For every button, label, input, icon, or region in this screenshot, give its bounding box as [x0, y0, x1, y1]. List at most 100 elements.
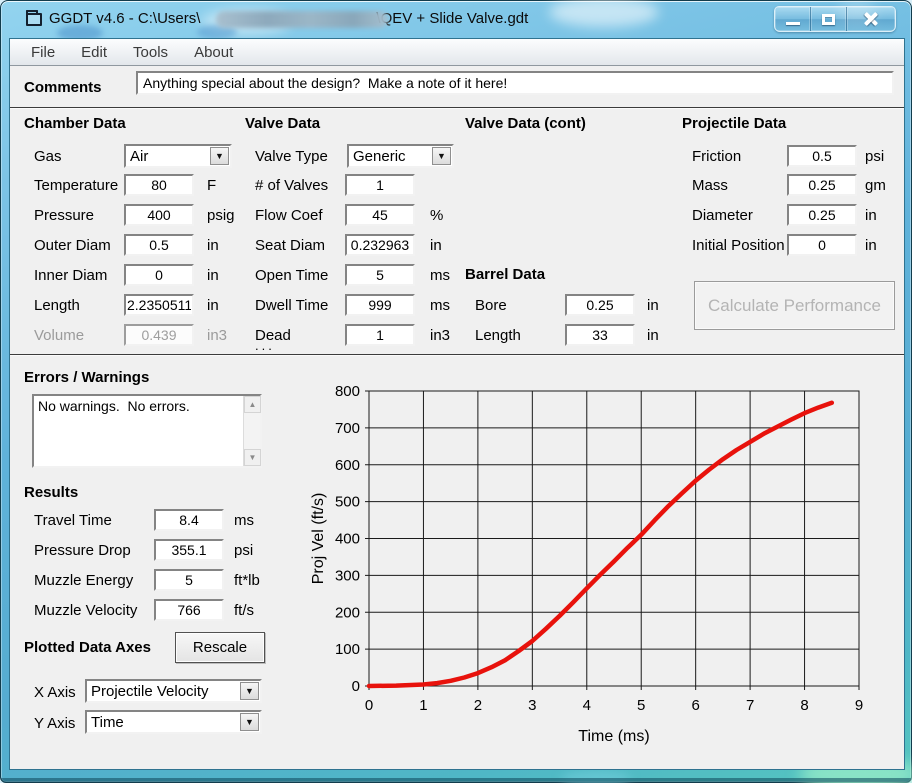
volume-unit: in3: [207, 327, 227, 344]
title-bar[interactable]: GGDT v4.6 - C:\Users\\QEV + Slide Valve.…: [1, 1, 911, 38]
x-tick-label: 7: [746, 697, 754, 714]
minimize-icon: [786, 22, 800, 25]
comments-label: Comments: [24, 79, 102, 96]
x-tick-label: 6: [691, 697, 699, 714]
outer-diam-unit: in: [207, 237, 219, 254]
seat-diam-unit: in: [430, 237, 442, 254]
temperature-unit: F: [207, 177, 216, 194]
chamber-data-title: Chamber Data: [24, 115, 126, 132]
scroll-up-icon[interactable]: ▲: [244, 396, 261, 413]
menu-about[interactable]: About: [181, 41, 246, 64]
y-tick-label: 100: [335, 641, 360, 658]
inner-diam-field[interactable]: [124, 264, 194, 286]
initial-position-field[interactable]: [787, 234, 857, 256]
gas-label: Gas: [34, 148, 62, 165]
diameter-field[interactable]: [787, 204, 857, 226]
x-tick-label: 3: [528, 697, 536, 714]
y-tick-label: 300: [335, 567, 360, 584]
open-time-field[interactable]: [345, 264, 415, 286]
x-tick-label: 1: [419, 697, 427, 714]
rescale-button[interactable]: Rescale: [175, 632, 265, 663]
y-tick-label: 600: [335, 457, 360, 474]
gas-select[interactable]: Air ▼: [124, 144, 232, 168]
scroll-down-icon[interactable]: ▼: [244, 449, 261, 466]
maximize-icon: [822, 14, 835, 25]
temperature-field[interactable]: [124, 174, 194, 196]
mass-label: Mass: [692, 177, 728, 194]
bore-field[interactable]: [565, 294, 635, 316]
x-axis-label: X Axis: [34, 684, 76, 701]
dwell-time-label: Dwell Time: [255, 297, 328, 314]
seat-diam-label: Seat Diam: [255, 237, 325, 254]
menu-file[interactable]: File: [18, 41, 68, 64]
pressure-drop-unit: psi: [234, 542, 253, 559]
diameter-unit: in: [865, 207, 877, 224]
mass-field[interactable]: [787, 174, 857, 196]
x-axis-title: Time (ms): [578, 728, 649, 745]
x-tick-label: 8: [800, 697, 808, 714]
outer-diam-field[interactable]: [124, 234, 194, 256]
y-tick-label: 0: [352, 678, 360, 695]
chamber-length-field[interactable]: [124, 294, 194, 316]
num-valves-label: # of Valves: [255, 177, 328, 194]
flow-coef-field[interactable]: [345, 204, 415, 226]
comments-input[interactable]: [136, 71, 894, 95]
y-axis-label: Y Axis: [34, 715, 75, 732]
errors-warnings-box[interactable]: No warnings. No errors. ▲ ▼: [32, 394, 262, 468]
barrel-length-field[interactable]: [565, 324, 635, 346]
seat-diam-field[interactable]: [345, 234, 415, 256]
num-valves-field[interactable]: [345, 174, 415, 196]
travel-time-unit: ms: [234, 512, 254, 529]
inner-diam-unit: in: [207, 267, 219, 284]
y-axis-select[interactable]: Time ▼: [85, 710, 262, 734]
client-area: File Edit Tools About Comments Chamber D…: [9, 38, 905, 770]
menu-edit[interactable]: Edit: [68, 41, 120, 64]
dead-volume-label-clipped: ...: [255, 338, 275, 352]
minimize-button[interactable]: [775, 7, 811, 31]
dead-volume-field[interactable]: [345, 324, 415, 346]
volume-label: Volume: [34, 327, 84, 344]
friction-field[interactable]: [787, 145, 857, 167]
pressure-unit: psig: [207, 207, 235, 224]
chevron-down-icon[interactable]: ▼: [432, 147, 451, 165]
close-button[interactable]: [847, 7, 895, 31]
y-axis-title: Proj Vel (ft/s): [310, 493, 327, 585]
errors-warnings-text: No warnings. No errors.: [38, 398, 240, 414]
muzzle-velocity-field: [154, 599, 224, 621]
x-tick-label: 4: [583, 697, 591, 714]
pressure-label: Pressure: [34, 207, 94, 224]
initial-position-unit: in: [865, 237, 877, 254]
pressure-drop-label: Pressure Drop: [34, 542, 131, 559]
dwell-time-field[interactable]: [345, 294, 415, 316]
valve-type-select[interactable]: Generic ▼: [347, 144, 454, 168]
errors-warnings-title: Errors / Warnings: [24, 369, 149, 386]
menu-tools[interactable]: Tools: [120, 41, 181, 64]
scrollbar[interactable]: ▲ ▼: [243, 396, 260, 466]
close-icon: [863, 11, 879, 27]
muzzle-energy-field: [154, 569, 224, 591]
barrel-length-label: Length: [475, 327, 521, 344]
velocity-time-chart: 01234567890100200300400500600700800Time …: [305, 384, 905, 759]
plotted-data-axes-title: Plotted Data Axes: [24, 639, 151, 656]
mass-unit: gm: [865, 177, 886, 194]
calculate-performance-button[interactable]: Calculate Performance: [694, 281, 895, 330]
travel-time-label: Travel Time: [34, 512, 112, 529]
x-tick-label: 0: [365, 697, 373, 714]
open-time-unit: ms: [430, 267, 450, 284]
friction-unit: psi: [865, 148, 884, 165]
friction-label: Friction: [692, 148, 741, 165]
flow-coef-label: Flow Coef: [255, 207, 323, 224]
x-tick-label: 2: [474, 697, 482, 714]
y-tick-label: 400: [335, 531, 360, 548]
chevron-down-icon[interactable]: ▼: [240, 713, 259, 731]
inner-diam-label: Inner Diam: [34, 267, 107, 284]
pressure-field[interactable]: [124, 204, 194, 226]
chevron-down-icon[interactable]: ▼: [240, 682, 259, 700]
window-controls: [774, 6, 896, 32]
chamber-length-label: Length: [34, 297, 80, 314]
x-axis-select[interactable]: Projectile Velocity ▼: [85, 679, 262, 703]
results-title: Results: [24, 484, 78, 501]
chevron-down-icon[interactable]: ▼: [210, 147, 229, 165]
pressure-drop-field: [154, 539, 224, 561]
maximize-button[interactable]: [811, 7, 847, 31]
